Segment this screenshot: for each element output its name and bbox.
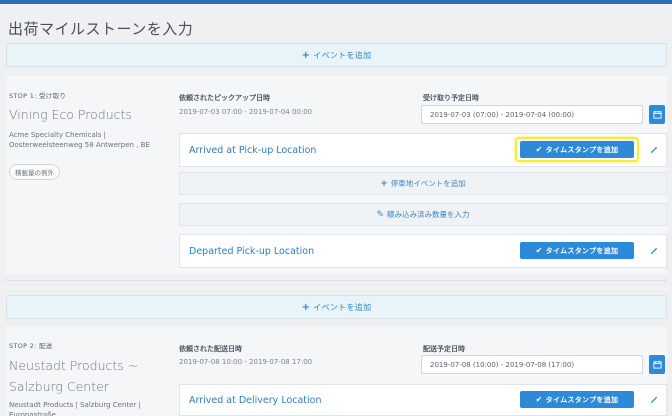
check-icon: ✔: [535, 395, 543, 404]
calendar-button[interactable]: [649, 105, 665, 124]
event-label: Departed Pick-up Location: [189, 246, 315, 257]
scheduled-pickup-label: 受け取り予定日時: [423, 94, 479, 102]
scheduled-pickup-input[interactable]: 2019-07-03 (07:00) - 2019-07-04 (00:00): [421, 105, 643, 124]
add-timestamp-button[interactable]: ✔ タイムスタンプを追加: [520, 391, 634, 408]
event-label: Arrived at Delivery Location: [189, 395, 322, 406]
section-divider: [6, 280, 667, 281]
event-label: Arrived at Pick-up Location: [189, 145, 317, 156]
stop-2-name: Neustadt Products ~ Salzburg Center: [9, 358, 139, 394]
check-icon: ✔: [535, 145, 543, 154]
requested-pickup-value: 2019-07-03 07:00 - 2019-07-04 00:00: [179, 108, 313, 116]
page-title: 出荷マイルストーンを入力: [8, 20, 194, 38]
calendar-button[interactable]: [649, 355, 665, 374]
stop-1-label: STOP 1: 受け取り: [9, 92, 67, 100]
pin-icon[interactable]: [649, 246, 658, 255]
add-timestamp-label: タイムスタンプを追加: [545, 395, 619, 404]
stop-2-label: STOP 2: 配送: [9, 342, 53, 350]
requested-delivery-label: 依頼された配送日時: [179, 345, 242, 353]
calendar-icon: [652, 110, 662, 119]
scheduled-delivery-label: 配送予定日時: [423, 345, 465, 353]
scheduled-delivery-input[interactable]: 2019-07-08 (10:00) - 2019-07-08 (17:00): [421, 355, 643, 374]
enter-loaded-quantity-button[interactable]: ✎ 積み込み済み数量を入力: [179, 203, 667, 226]
add-event-button[interactable]: + イベントを追加: [6, 295, 667, 319]
pin-icon[interactable]: [649, 395, 658, 404]
plus-icon: +: [301, 49, 311, 61]
add-timestamp-button[interactable]: ✔ タイムスタンプを追加: [520, 242, 634, 259]
enter-loaded-quantity-label: 積み込み済み数量を入力: [387, 210, 470, 219]
add-event-label: イベントを追加: [313, 50, 372, 60]
add-stop-event-label: 停車地イベントを追加: [390, 179, 466, 188]
requested-delivery-value: 2019-07-08 10:00 - 2019-07-08 17:00: [179, 358, 313, 366]
check-icon: ✔: [535, 246, 543, 255]
add-event-label: イベントを追加: [313, 302, 372, 312]
edit-icon: ✎: [376, 209, 385, 220]
exception-tag[interactable]: 積載量の例外: [9, 164, 60, 180]
requested-pickup-label: 依頼されたピックアップ日時: [179, 94, 270, 102]
stop-2-address: Neustadt Products | Salzburg Center | Eu…: [9, 401, 141, 416]
add-stop-event-button[interactable]: + 停車地イベントを追加: [179, 172, 667, 195]
stop-1-name: Vining Eco Products: [9, 107, 132, 122]
calendar-icon: [652, 360, 662, 369]
add-timestamp-label: タイムスタンプを追加: [545, 246, 619, 255]
add-event-button[interactable]: + イベントを追加: [6, 43, 667, 67]
pin-icon[interactable]: [649, 145, 658, 154]
plus-icon: +: [301, 301, 311, 313]
add-timestamp-label: タイムスタンプを追加: [545, 145, 619, 154]
plus-icon: +: [380, 178, 388, 189]
stop-1-address: Acme Specialty Chemicals | Oosterweelste…: [9, 131, 150, 149]
top-accent-bar: [0, 0, 672, 4]
add-timestamp-button[interactable]: ✔ タイムスタンプを追加: [520, 141, 634, 158]
